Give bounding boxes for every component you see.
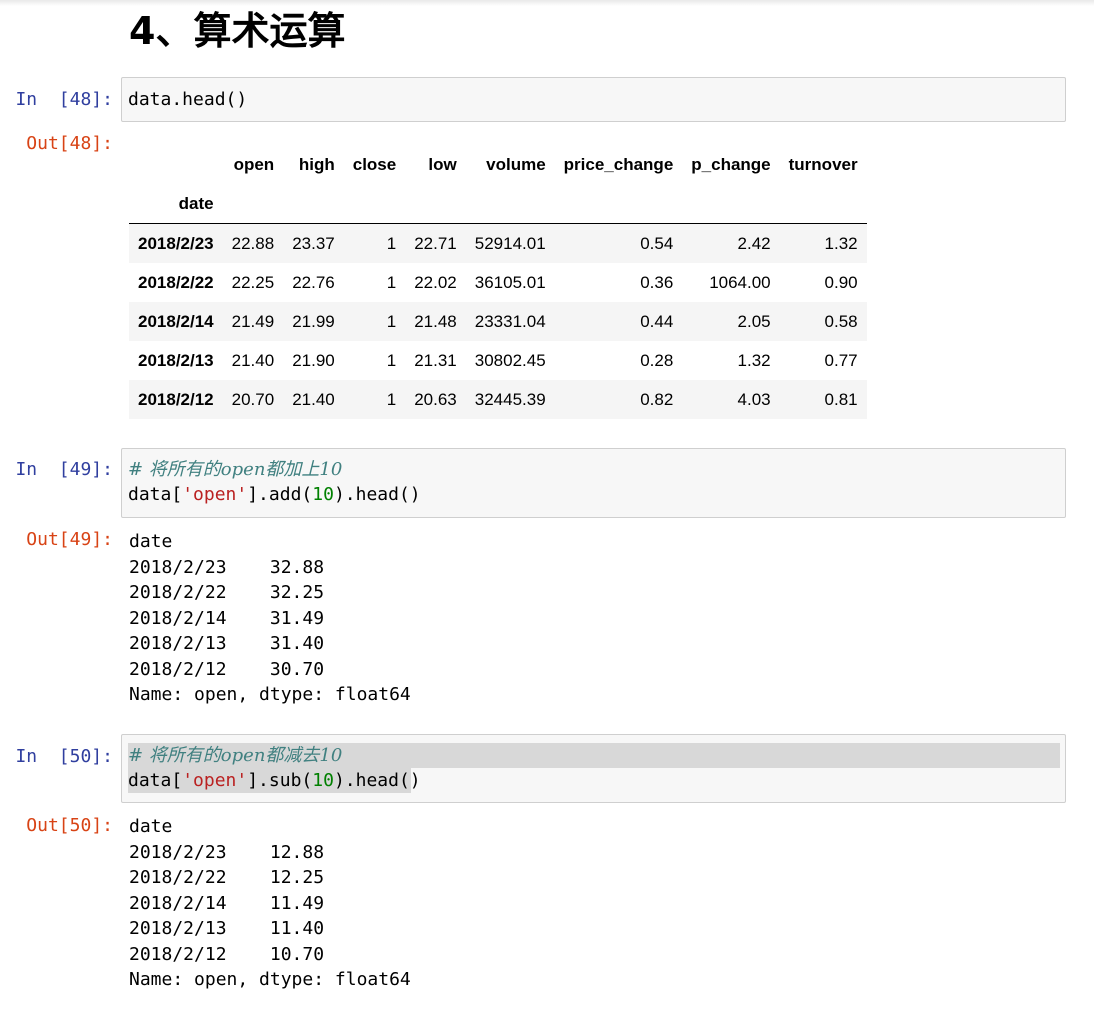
- table-cell: 1: [386, 272, 397, 292]
- table-cell: 21.48: [414, 311, 457, 331]
- table-row: 2018/2/23 22.88 23.37 1 22.71 52914.01 0…: [129, 223, 867, 263]
- table-cell: 0.28: [640, 350, 674, 370]
- table-cell: 4.03: [737, 389, 771, 409]
- column-header: volume: [486, 154, 546, 174]
- table-cell: 2.42: [737, 233, 771, 253]
- table-cell: 0.36: [640, 272, 674, 292]
- table-cell: 52914.01: [474, 233, 546, 253]
- code-cell-48[interactable]: data.head(): [121, 77, 1066, 122]
- table-cell: 23331.04: [474, 311, 546, 331]
- table-cell: 0.58: [824, 311, 858, 331]
- table-cell: 1: [386, 233, 397, 253]
- table-cell: 1.32: [737, 350, 771, 370]
- column-header: low: [428, 154, 457, 174]
- table-cell: 21.40: [231, 350, 275, 370]
- table-cell: 1064.00: [709, 272, 771, 292]
- code-line: # 将所有的open都减去10: [128, 743, 342, 768]
- output-prompt-49: Out[49]:: [26, 529, 113, 550]
- table-cell: 0.82: [640, 389, 674, 409]
- index-name-row: date: [129, 184, 867, 224]
- table-cell: 23.37: [292, 233, 335, 253]
- series-output-50: date 2018/2/23 12.88 2018/2/22 12.25 201…: [129, 816, 411, 990]
- table-cell: 36105.01: [474, 272, 546, 292]
- table-cell: 0.54: [640, 233, 674, 253]
- table-row: 2018/2/22 22.25 22.76 1 22.02 36105.01 0…: [129, 263, 867, 302]
- table-cell: 22.25: [231, 272, 275, 292]
- column-header-row: open high close low volume price_change …: [129, 145, 867, 184]
- row-index: 2018/2/12: [138, 389, 214, 409]
- table-cell: 30802.45: [474, 350, 546, 370]
- table-row: 2018/2/13 21.40 21.90 1 21.31 30802.45 0…: [129, 341, 867, 380]
- table-cell: 2.05: [737, 311, 771, 331]
- code-line: data.head(): [128, 89, 248, 110]
- table-cell: 32445.39: [474, 389, 546, 409]
- table-cell: 0.81: [824, 389, 858, 409]
- series-output-49: date 2018/2/23 32.88 2018/2/22 32.25 201…: [129, 531, 411, 705]
- table-cell: 1: [386, 389, 397, 409]
- output-prompt-50: Out[50]:: [26, 815, 113, 836]
- output-prompt-48: Out[48]:: [26, 133, 113, 154]
- table-cell: 22.71: [414, 233, 457, 253]
- input-prompt-50: In [50]:: [15, 746, 113, 767]
- column-header: price_change: [563, 154, 674, 174]
- table-cell: 21.90: [292, 350, 335, 370]
- table-cell: 20.70: [231, 389, 275, 409]
- code-comment: # 将所有的open都减去10: [128, 745, 343, 766]
- column-header: p_change: [691, 154, 771, 174]
- table-cell: 20.63: [414, 389, 457, 409]
- section-heading: 4、算术运算: [129, 9, 346, 53]
- column-header: high: [298, 154, 335, 174]
- code-line: # 将所有的open都加上10: [128, 457, 342, 482]
- input-prompt-48: In [48]:: [15, 89, 113, 110]
- table-cell: 21.31: [414, 350, 457, 370]
- row-index: 2018/2/22: [138, 272, 214, 292]
- table-cell: 1.32: [824, 233, 858, 253]
- table-cell: 0.77: [824, 350, 858, 370]
- table-row: 2018/2/12 20.70 21.40 1 20.63 32445.39 0…: [129, 380, 867, 419]
- table-cell: 0.44: [640, 311, 674, 331]
- table-cell: 0.90: [824, 272, 858, 292]
- table-cell: 21.49: [231, 311, 275, 331]
- dataframe-output: open high close low volume price_change …: [129, 145, 867, 419]
- table-row: 2018/2/14 21.49 21.99 1 21.48 23331.04 0…: [129, 302, 867, 341]
- index-name: date: [129, 184, 223, 224]
- row-index: 2018/2/13: [138, 350, 214, 370]
- code-line: data['open'].add(10).head(): [128, 484, 421, 505]
- table-cell: 1: [386, 350, 397, 370]
- row-index: 2018/2/14: [138, 311, 214, 331]
- row-index: 2018/2/23: [138, 233, 214, 253]
- code-line: data['open'].sub(10).head(): [128, 770, 421, 791]
- column-header: turnover: [788, 154, 858, 174]
- code-cell-49[interactable]: # 将所有的open都加上10 data['open'].add(10).hea…: [121, 448, 1066, 518]
- code-comment: # 将所有的open都加上10: [128, 459, 343, 480]
- code-cell-50[interactable]: # 将所有的open都减去10 data['open'].sub(10).hea…: [121, 734, 1066, 803]
- index-corner: [129, 145, 223, 184]
- input-prompt-49: In [49]:: [15, 459, 113, 480]
- column-header: open: [233, 154, 275, 174]
- table-cell: 22.76: [292, 272, 335, 292]
- table-cell: 21.40: [292, 389, 335, 409]
- column-header: close: [352, 154, 397, 174]
- table-cell: 1: [386, 311, 397, 331]
- table-cell: 22.02: [414, 272, 457, 292]
- table-cell: 21.99: [292, 311, 335, 331]
- table-cell: 22.88: [231, 233, 275, 253]
